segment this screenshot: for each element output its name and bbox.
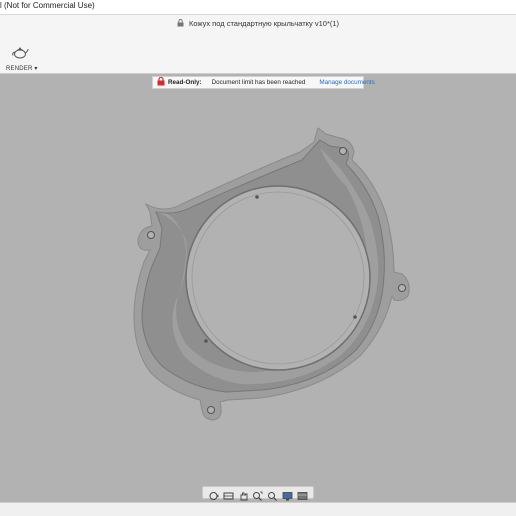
zoom-icon[interactable] xyxy=(267,488,278,501)
display-settings-icon[interactable] xyxy=(282,488,293,500)
zoom-window-icon[interactable] xyxy=(252,488,263,501)
read-only-banner: Read-Only: Document limit has been reach… xyxy=(152,76,375,89)
manage-documents-link[interactable]: Manage documents xyxy=(319,79,374,86)
lock-warning-icon xyxy=(157,76,165,88)
bottom-status-bar xyxy=(0,502,516,516)
look-at-icon[interactable] xyxy=(223,488,234,499)
visual-style-icon[interactable] xyxy=(297,488,308,500)
read-only-label: Read-Only: xyxy=(168,79,202,86)
orbit-icon[interactable] xyxy=(208,488,219,500)
pan-icon[interactable] xyxy=(238,488,249,500)
read-only-message: Document limit has been reached xyxy=(211,79,306,86)
navigation-bar xyxy=(202,486,314,501)
